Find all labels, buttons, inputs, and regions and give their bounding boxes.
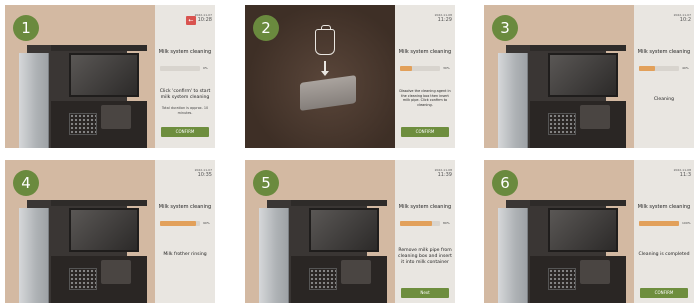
progress-fill [400, 66, 412, 71]
cleaning-box [300, 75, 356, 111]
coffee-machine-photo: 6 [484, 160, 634, 303]
coffee-machine-photo: 1 [5, 5, 155, 148]
step-number-badge: 2 [253, 15, 279, 41]
coffee-machine-photo: 3 [484, 5, 634, 148]
instruction-text: Click 'confirm' to start milk system cle… [159, 89, 211, 100]
step-3-card: 3 2022-11-07 10:2 Milk system cleaning 4… [484, 5, 694, 148]
step-number-badge: 3 [492, 15, 518, 41]
coffee-machine-photo: 4 [5, 160, 155, 303]
cleaning-agent-bag-icon [315, 25, 335, 55]
progress-percent: 30% [443, 66, 450, 70]
progress-bar [160, 66, 200, 71]
machine-screen-panel: 2022-11-08 11:29 Milk system cleaning 30… [395, 5, 455, 148]
instruction-text: Dissolve the cleaning agent in the clean… [399, 89, 451, 107]
screen-title: Milk system cleaning [398, 204, 452, 210]
step-number-badge: 1 [13, 15, 39, 41]
machine-screen-panel: 2022-11-08 11:39 Milk system cleaning 80… [395, 160, 455, 303]
confirm-button[interactable]: CONFIRM [401, 127, 449, 137]
screen-title: Milk system cleaning [158, 49, 212, 55]
step-4-card: 4 2022-11-07 10:35 Milk system cleaning … [5, 160, 215, 303]
machine-screen-panel: 2022-11-07 10:35 Milk system cleaning 90… [155, 160, 215, 303]
progress-fill [639, 221, 679, 226]
screen-title: Milk system cleaning [637, 49, 691, 55]
step-1-card: 1 ← 2022-11-07 10:28 Milk system cleanin… [5, 5, 215, 148]
datetime: 2022-11-07 10:28 [194, 13, 212, 23]
confirm-button[interactable]: CONFIRM [640, 288, 688, 298]
progress-percent: 100% [682, 221, 691, 225]
datetime: 2022-11-08 11:3 [673, 168, 691, 178]
instruction-text: Remove milk pipe from cleaning box and i… [398, 248, 452, 265]
step-6-card: 6 2022-11-08 11:3 Milk system cleaning 1… [484, 160, 694, 303]
step-number-badge: 4 [13, 170, 39, 196]
machine-screen-panel: ← 2022-11-07 10:28 Milk system cleaning … [155, 5, 215, 148]
status-text: Cleaning [653, 97, 675, 102]
next-button[interactable]: Next [401, 288, 449, 298]
datetime: 2022-11-07 10:2 [673, 13, 691, 23]
progress-percent: 90% [203, 221, 210, 225]
progress-percent: 80% [443, 221, 450, 225]
progress-percent: 40% [682, 66, 689, 70]
screen-title: Milk system cleaning [158, 204, 212, 210]
progress-bar [400, 66, 440, 71]
progress-bar [400, 221, 440, 226]
coffee-machine-photo: 5 [245, 160, 395, 303]
screen-title: Milk system cleaning [637, 204, 691, 210]
step-number-badge: 5 [253, 170, 279, 196]
step-2-card: 2 2022-11-08 11:29 Milk system cleaning … [245, 5, 455, 148]
confirm-button[interactable]: CONFIRM [161, 127, 209, 137]
status-text: Milk frother rinsing [163, 252, 207, 257]
datetime: 2022-11-07 10:35 [194, 168, 212, 178]
duration-note: Total duration is approx. 10 minutes. [161, 106, 209, 115]
datetime: 2022-11-08 11:29 [434, 13, 452, 23]
progress-fill [639, 66, 655, 71]
progress-fill [400, 221, 432, 226]
machine-screen-panel: 2022-11-08 11:3 Milk system cleaning 100… [634, 160, 694, 303]
cleaning-box-photo: 2 [245, 5, 395, 148]
screen-title: Milk system cleaning [398, 49, 452, 55]
machine-screen-panel: 2022-11-07 10:2 Milk system cleaning 40%… [634, 5, 694, 148]
step-number-badge: 6 [492, 170, 518, 196]
down-arrow-icon [321, 61, 329, 76]
status-text: Cleaning is completed [638, 252, 690, 257]
step-5-card: 5 2022-11-08 11:39 Milk system cleaning … [245, 160, 455, 303]
progress-bar [160, 221, 200, 226]
progress-percent: 0% [203, 66, 208, 70]
progress-bar [639, 66, 679, 71]
datetime: 2022-11-08 11:39 [434, 168, 452, 178]
progress-bar [639, 221, 679, 226]
progress-fill [160, 221, 196, 226]
